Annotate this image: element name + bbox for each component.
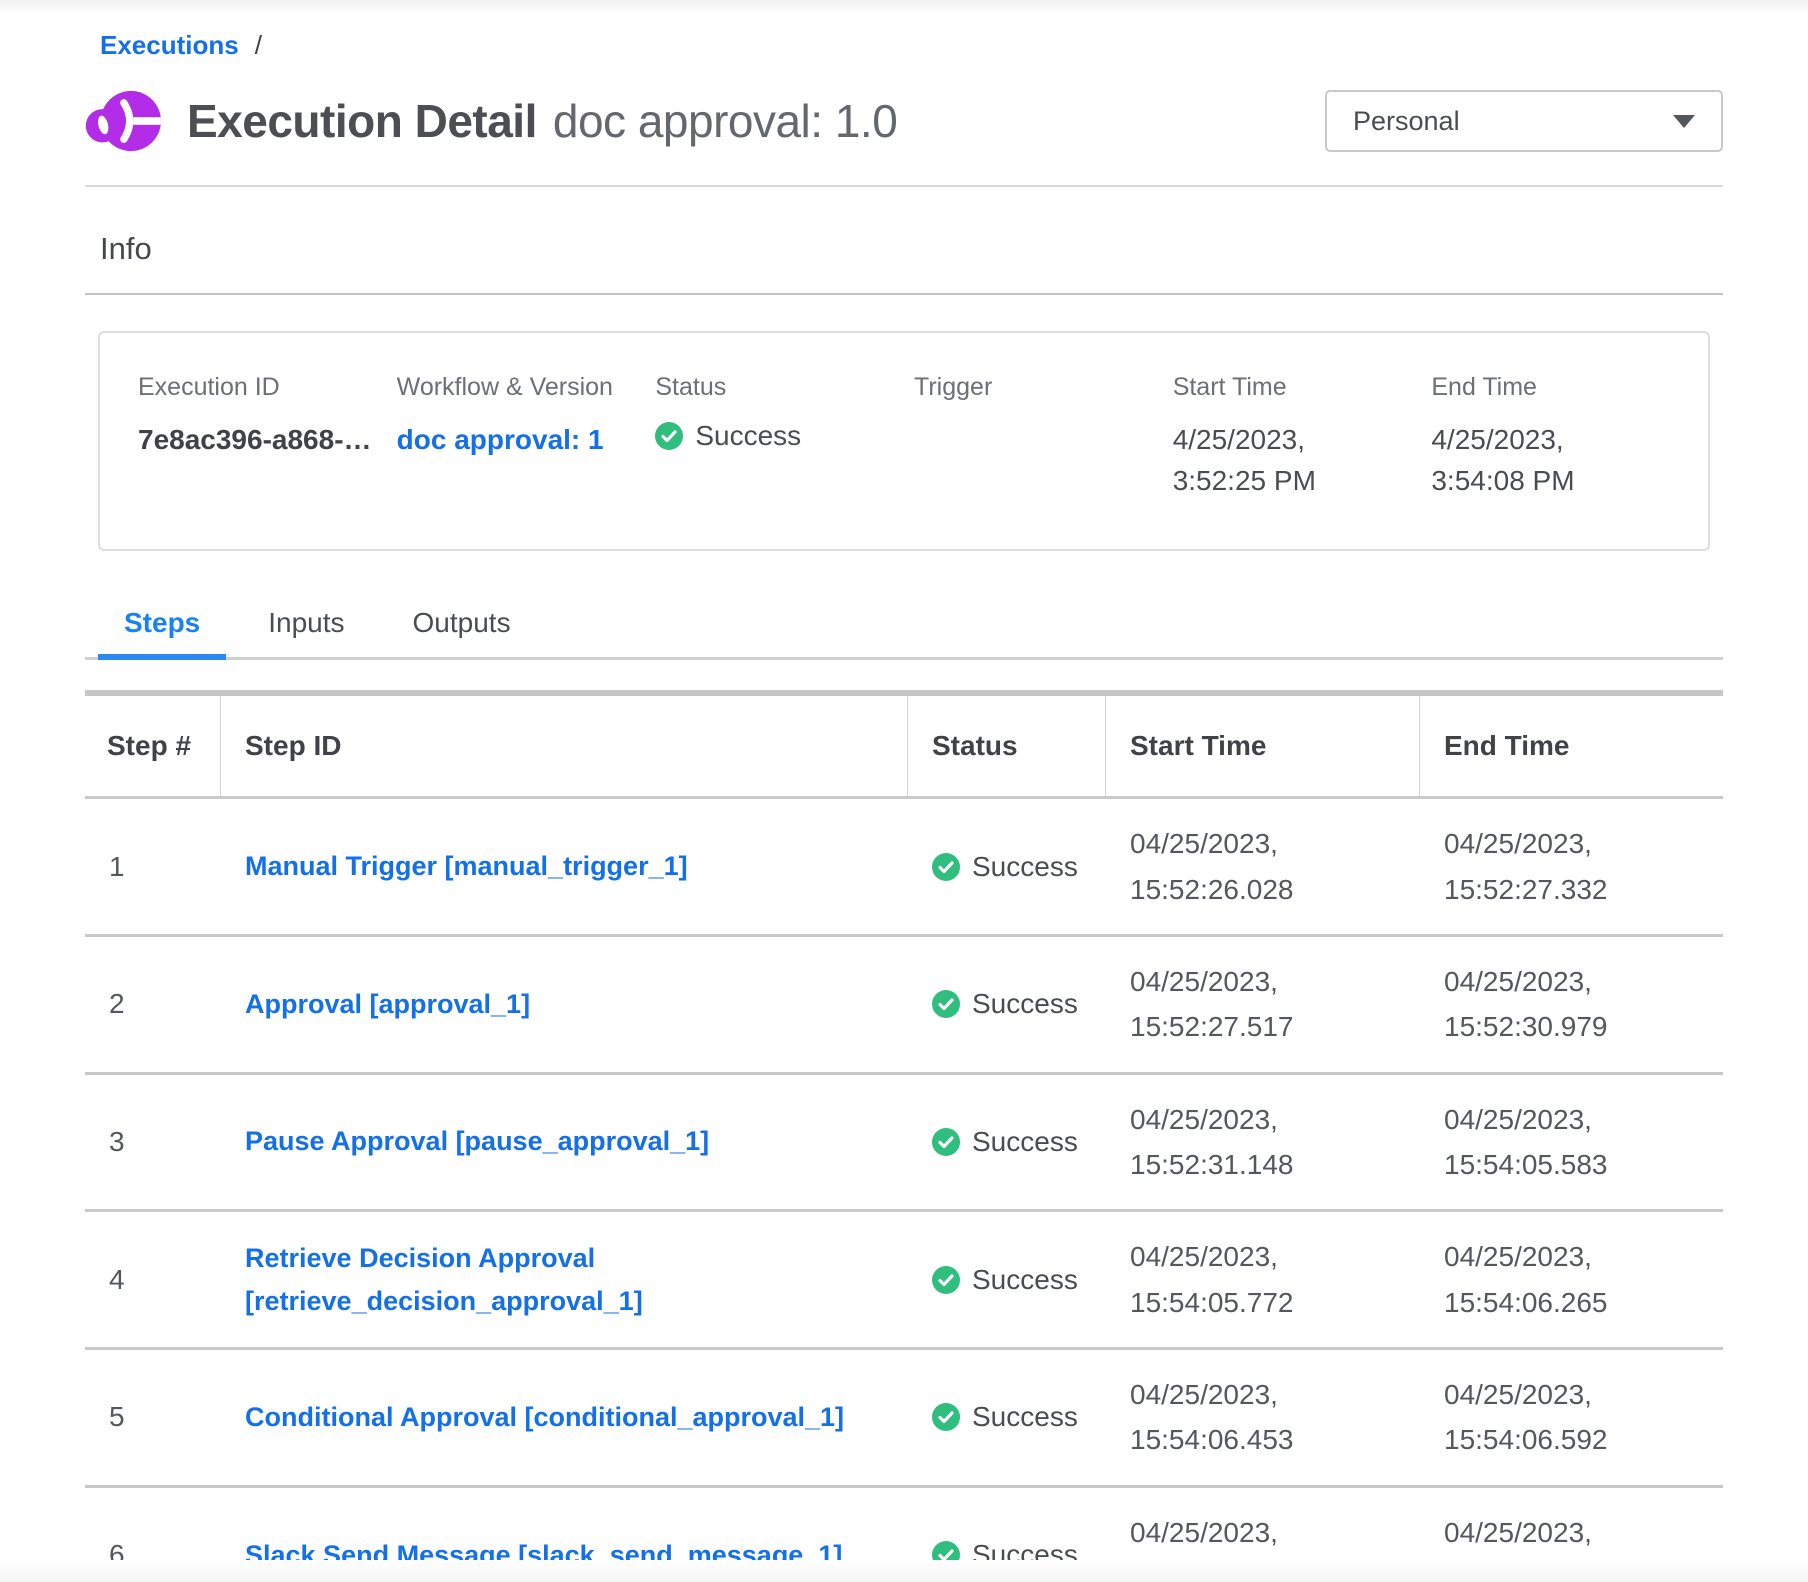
execution-id-value: 7e8ac396-a868-… xyxy=(138,420,383,461)
chevron-down-icon xyxy=(1673,115,1695,128)
steps-table: Step # Step ID Status Start Time End Tim… xyxy=(85,690,1723,1582)
info-label: End Time xyxy=(1431,373,1676,402)
step-start-time: 04/25/2023, 15:52:31.148 xyxy=(1106,1097,1396,1188)
status-badge: Success xyxy=(908,1264,1106,1296)
info-divider xyxy=(85,293,1723,295)
info-label: Trigger xyxy=(914,373,1159,402)
info-field-status: Status Success xyxy=(655,373,914,501)
status-badge: Success xyxy=(908,851,1106,883)
info-field-end-time: End Time 4/25/2023, 3:54:08 PM xyxy=(1431,373,1690,501)
check-circle-icon xyxy=(932,853,960,881)
info-field-trigger: Trigger xyxy=(914,373,1173,501)
check-circle-icon xyxy=(932,1266,960,1294)
workflow-version-link[interactable]: doc approval: 1 xyxy=(397,420,604,461)
info-section-title: Info xyxy=(100,231,1723,267)
column-header-end-time: End Time xyxy=(1420,696,1723,796)
check-circle-icon xyxy=(932,1403,960,1431)
info-label: Execution ID xyxy=(138,373,383,402)
table-row: 4 Retrieve Decision Approval [retrieve_d… xyxy=(85,1212,1723,1350)
table-row: 3 Pause Approval [pause_approval_1] Succ… xyxy=(85,1075,1723,1213)
page-bottom-fade xyxy=(0,1560,1808,1582)
status-badge: Success xyxy=(908,1401,1106,1433)
info-label: Start Time xyxy=(1173,373,1418,402)
table-row: 1 Manual Trigger [manual_trigger_1] Succ… xyxy=(85,799,1723,937)
page-title: Execution Detail xyxy=(187,94,537,148)
breadcrumb-executions-link[interactable]: Executions xyxy=(100,30,239,61)
step-number: 3 xyxy=(85,1126,221,1158)
detail-tabs: Steps Inputs Outputs xyxy=(85,607,1723,660)
tab-outputs[interactable]: Outputs xyxy=(387,607,537,657)
step-end-time: 04/25/2023, 15:54:06.265 xyxy=(1420,1234,1710,1325)
info-label: Status xyxy=(655,373,900,402)
step-id-link[interactable]: Manual Trigger [manual_trigger_1] xyxy=(245,845,708,888)
execution-status-badge: Success xyxy=(655,420,900,452)
steps-table-body: 1 Manual Trigger [manual_trigger_1] Succ… xyxy=(85,799,1723,1582)
step-id-link[interactable]: Approval [approval_1] xyxy=(245,983,550,1026)
execution-status-text: Success xyxy=(695,420,801,452)
column-header-status: Status xyxy=(908,696,1106,796)
info-card: Execution ID 7e8ac396-a868-… Workflow & … xyxy=(98,331,1710,551)
tab-inputs[interactable]: Inputs xyxy=(242,607,370,657)
column-header-start-time: Start Time xyxy=(1106,696,1420,796)
status-text: Success xyxy=(972,1264,1078,1296)
info-field-workflow-version: Workflow & Version doc approval: 1 xyxy=(397,373,656,501)
column-header-step-number: Step # xyxy=(85,696,221,796)
step-start-time: 04/25/2023, 15:52:27.517 xyxy=(1106,959,1396,1050)
status-text: Success xyxy=(972,1401,1078,1433)
column-header-step-id: Step ID xyxy=(221,696,908,796)
check-circle-icon xyxy=(932,990,960,1018)
breadcrumb: Executions / xyxy=(100,30,1723,61)
step-start-time: 04/25/2023, 15:54:05.772 xyxy=(1106,1234,1396,1325)
workspace-dropdown-value: Personal xyxy=(1353,106,1460,137)
status-text: Success xyxy=(972,851,1078,883)
status-badge: Success xyxy=(908,988,1106,1020)
end-time-value: 4/25/2023, 3:54:08 PM xyxy=(1431,420,1663,501)
step-id-link[interactable]: Retrieve Decision Approval [retrieve_dec… xyxy=(245,1237,908,1323)
step-start-time: 04/25/2023, 15:52:26.028 xyxy=(1106,821,1396,912)
step-id-link[interactable]: Pause Approval [pause_approval_1] xyxy=(245,1120,729,1163)
breadcrumb-separator: / xyxy=(255,30,262,61)
page-subtitle: doc approval: 1.0 xyxy=(553,94,897,148)
step-end-time: 04/25/2023, 15:54:06.592 xyxy=(1420,1372,1710,1463)
table-row: 5 Conditional Approval [conditional_appr… xyxy=(85,1350,1723,1488)
step-end-time: 04/25/2023, 15:52:30.979 xyxy=(1420,959,1710,1050)
step-id-link[interactable]: Conditional Approval [conditional_approv… xyxy=(245,1396,864,1439)
check-circle-icon xyxy=(932,1128,960,1156)
workflow-logo-icon xyxy=(85,83,161,159)
step-number: 1 xyxy=(85,851,221,883)
status-text: Success xyxy=(972,988,1078,1020)
step-start-time: 04/25/2023, 15:54:06.453 xyxy=(1106,1372,1396,1463)
info-label: Workflow & Version xyxy=(397,373,642,402)
status-text: Success xyxy=(972,1126,1078,1158)
info-field-start-time: Start Time 4/25/2023, 3:52:25 PM xyxy=(1173,373,1432,501)
step-number: 5 xyxy=(85,1401,221,1433)
workspace-dropdown[interactable]: Personal xyxy=(1325,90,1723,152)
title-divider xyxy=(85,185,1723,187)
info-field-execution-id: Execution ID 7e8ac396-a868-… xyxy=(138,373,397,501)
steps-table-header: Step # Step ID Status Start Time End Tim… xyxy=(85,696,1723,799)
step-number: 4 xyxy=(85,1264,221,1296)
execution-detail-page: Executions / Execution Detail doc approv… xyxy=(85,0,1723,1582)
check-circle-icon xyxy=(655,422,683,450)
status-badge: Success xyxy=(908,1126,1106,1158)
tab-steps[interactable]: Steps xyxy=(98,607,226,657)
title-row: Execution Detail doc approval: 1.0 Perso… xyxy=(85,83,1723,159)
step-end-time: 04/25/2023, 15:52:27.332 xyxy=(1420,821,1710,912)
step-end-time: 04/25/2023, 15:54:05.583 xyxy=(1420,1097,1710,1188)
start-time-value: 4/25/2023, 3:52:25 PM xyxy=(1173,420,1405,501)
table-row: 2 Approval [approval_1] Success 04/25/20… xyxy=(85,937,1723,1075)
step-number: 2 xyxy=(85,988,221,1020)
